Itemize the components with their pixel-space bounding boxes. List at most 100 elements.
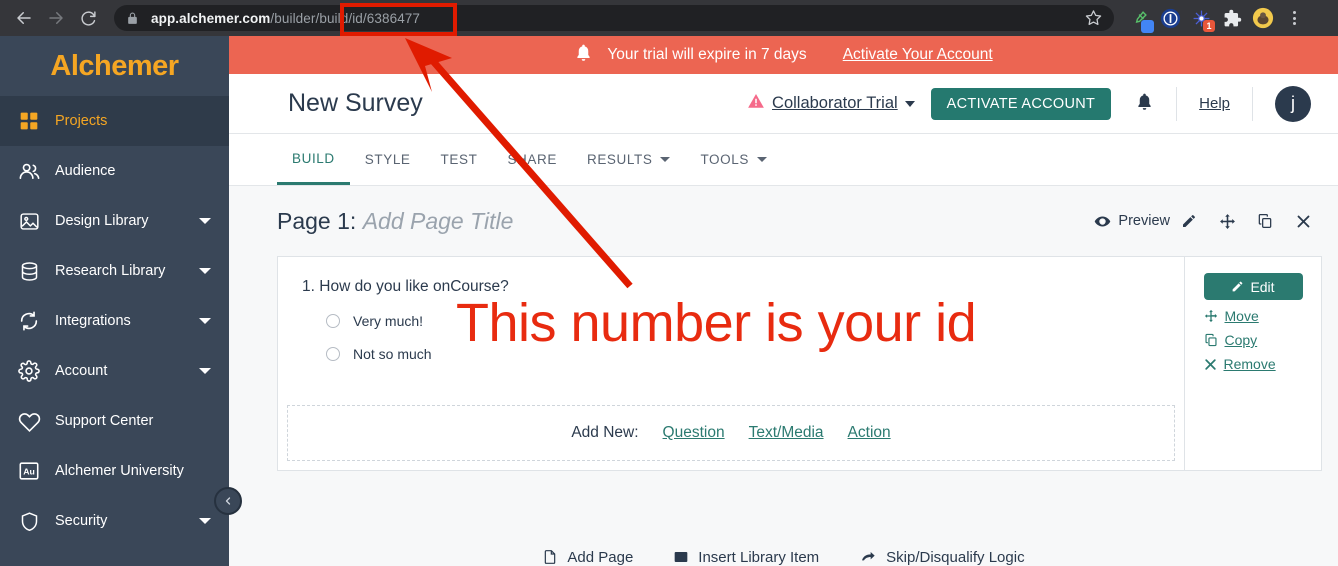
- tab-label: TEST: [440, 152, 478, 167]
- question-block[interactable]: 1. How do you like onCourse? Very much! …: [278, 257, 1184, 405]
- heart-icon: [16, 408, 42, 434]
- onepassword-extension-icon[interactable]: [1159, 7, 1181, 29]
- sidebar-item-support-center[interactable]: Support Center: [0, 396, 229, 446]
- add-page-label: Add Page: [567, 548, 634, 566]
- copy-page-button[interactable]: [1246, 213, 1284, 229]
- chevron-down-icon[interactable]: [199, 218, 211, 224]
- puzzle-extensions-icon[interactable]: [1221, 7, 1243, 29]
- skip-logic-label: Skip/Disqualify Logic: [886, 548, 1025, 566]
- edit-question-button[interactable]: Edit: [1203, 273, 1303, 300]
- warning-triangle-icon: [747, 92, 765, 115]
- page-title: New Survey: [288, 89, 423, 117]
- page-header-row: Page 1: Add Page Title Preview: [229, 186, 1338, 256]
- tab-label: RESULTS: [586, 152, 653, 167]
- chevron-down-icon[interactable]: [199, 268, 211, 274]
- image-icon: [16, 208, 42, 234]
- tab-label: BUILD: [292, 150, 335, 166]
- question-option[interactable]: Not so much: [326, 346, 1160, 362]
- bell-icon: [574, 43, 593, 67]
- eyedropper-extension-icon[interactable]: [1128, 7, 1154, 33]
- extension-badge-count: 1: [1203, 20, 1215, 32]
- tab-tools[interactable]: TOOLS: [685, 134, 782, 185]
- add-new-zone: Add New: Question Text/Media Action: [287, 405, 1175, 461]
- page-actions: Preview: [1094, 213, 1322, 230]
- question-text: 1. How do you like onCourse?: [302, 278, 1160, 296]
- activate-account-button[interactable]: ACTIVATE ACCOUNT: [930, 87, 1112, 120]
- close-x-icon: [1204, 358, 1216, 370]
- logo-text: Alchemer: [50, 49, 179, 82]
- au-badge-icon: Au: [16, 458, 42, 484]
- chevron-down-icon[interactable]: [199, 518, 211, 524]
- sidebar-item-label: Integrations: [55, 313, 131, 329]
- copy-label: Copy: [1224, 332, 1258, 348]
- chevron-down-icon[interactable]: [199, 368, 211, 374]
- radio-button-icon[interactable]: [326, 347, 340, 361]
- remove-question-link[interactable]: Remove: [1204, 356, 1303, 372]
- page-footer-actions: Add Page Insert Library Item Skip/Disqua…: [229, 548, 1338, 566]
- radio-button-icon[interactable]: [326, 314, 340, 328]
- help-link[interactable]: Help: [1199, 95, 1230, 112]
- builder-content: Page 1: Add Page Title Preview 1. How do…: [229, 186, 1338, 566]
- sidebar-item-design-library[interactable]: Design Library: [0, 196, 229, 246]
- kebab-menu-icon[interactable]: [1293, 11, 1296, 25]
- reload-button[interactable]: [74, 4, 102, 32]
- question-title: How do you like onCourse?: [319, 278, 509, 295]
- tab-test[interactable]: TEST: [426, 134, 493, 185]
- move-page-button[interactable]: [1208, 213, 1246, 230]
- tab-share[interactable]: SHARE: [492, 134, 572, 185]
- sidebar-item-research-library[interactable]: Research Library: [0, 246, 229, 296]
- bookmark-star-icon[interactable]: [1085, 10, 1102, 27]
- edit-label: Edit: [1250, 278, 1275, 295]
- chevron-down-icon[interactable]: [904, 100, 915, 107]
- chevron-down-icon[interactable]: [199, 318, 211, 324]
- option-label: Not so much: [353, 346, 432, 362]
- preview-label: Preview: [1118, 213, 1170, 229]
- sidebar-item-integrations[interactable]: Integrations: [0, 296, 229, 346]
- tab-label: TOOLS: [700, 152, 749, 167]
- grammarly-extension-icon[interactable]: 1: [1190, 7, 1215, 32]
- add-question-link[interactable]: Question: [663, 424, 725, 442]
- pencil-icon: [1233, 281, 1243, 292]
- alchemer-logo[interactable]: Alchemer: [0, 36, 229, 96]
- notifications-bell-icon[interactable]: [1135, 92, 1154, 116]
- avatar[interactable]: j: [1275, 85, 1311, 122]
- insert-library-item-button[interactable]: Insert Library Item: [673, 549, 819, 566]
- preview-button[interactable]: Preview: [1094, 213, 1170, 230]
- question-option[interactable]: Very much!: [326, 313, 1160, 329]
- page-plus-icon: [545, 550, 556, 564]
- add-action-link[interactable]: Action: [848, 424, 891, 442]
- page-title-placeholder[interactable]: Add Page Title: [363, 208, 514, 234]
- survey-header: New Survey Collaborator Trial ACTIVATE A…: [229, 74, 1338, 134]
- sidebar-item-label: Support Center: [55, 413, 154, 429]
- sidebar-collapse-toggle[interactable]: [214, 487, 242, 515]
- sidebar-item-label: Research Library: [55, 263, 166, 279]
- copy-icon: [1258, 214, 1272, 228]
- profile-avatar-icon[interactable]: [1252, 7, 1274, 29]
- tab-build[interactable]: BUILD: [277, 134, 350, 185]
- sidebar-item-projects[interactable]: Projects: [0, 96, 229, 146]
- move-question-link[interactable]: Move: [1204, 308, 1303, 324]
- copy-question-link[interactable]: Copy: [1204, 332, 1303, 348]
- skip-disqualify-logic-button[interactable]: Skip/Disqualify Logic: [859, 548, 1025, 566]
- collaborator-trial-link[interactable]: Collaborator Trial: [772, 94, 898, 113]
- remove-page-button[interactable]: [1284, 214, 1322, 229]
- sidebar-item-account[interactable]: Account: [0, 346, 229, 396]
- url-path: /builder/build/id/6386477: [270, 10, 421, 26]
- forward-button[interactable]: [42, 4, 70, 32]
- sidebar-item-security[interactable]: Security: [0, 496, 229, 546]
- address-bar[interactable]: app.alchemer.com/builder/build/id/638647…: [114, 5, 1114, 31]
- sidebar-item-audience[interactable]: Audience: [0, 146, 229, 196]
- edit-page-button[interactable]: [1170, 213, 1208, 229]
- tab-style[interactable]: STYLE: [350, 134, 426, 185]
- page-label[interactable]: Page 1: Add Page Title: [277, 208, 513, 235]
- tab-results[interactable]: RESULTS: [572, 134, 685, 185]
- trial-banner: Your trial will expire in 7 days Activat…: [229, 36, 1338, 74]
- back-arrow-icon: [17, 12, 31, 24]
- reload-icon: [80, 10, 96, 26]
- add-text-media-link[interactable]: Text/Media: [749, 424, 824, 442]
- sidebar-item-alchemer-university[interactable]: Au Alchemer University: [0, 446, 229, 496]
- activate-account-link[interactable]: Activate Your Account: [843, 46, 993, 64]
- add-page-button[interactable]: Add Page: [542, 549, 633, 566]
- add-new-label: Add New:: [571, 424, 639, 441]
- back-button[interactable]: [10, 4, 38, 32]
